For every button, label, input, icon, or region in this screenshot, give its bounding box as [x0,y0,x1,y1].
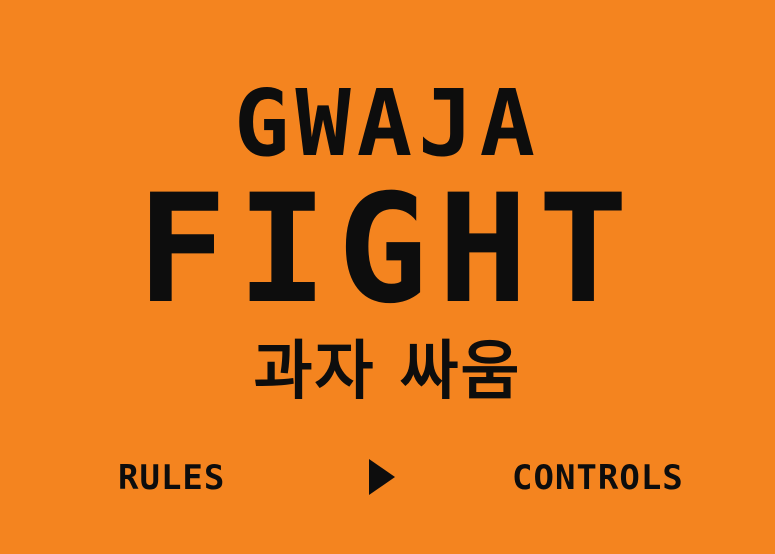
play-triangle-icon [369,459,395,495]
start-button[interactable] [367,457,397,497]
controls-button[interactable]: CONTROLS [512,458,684,498]
game-title-fight: FIGHT [136,163,639,337]
game-title-gwaja: GWAJA [234,70,541,177]
title-screen: GWAJA FIGHT 과자 싸움 RULES CONTROLS [0,0,775,554]
game-title-korean: 과자 싸움 [253,335,522,409]
rules-button[interactable]: RULES [118,458,225,498]
